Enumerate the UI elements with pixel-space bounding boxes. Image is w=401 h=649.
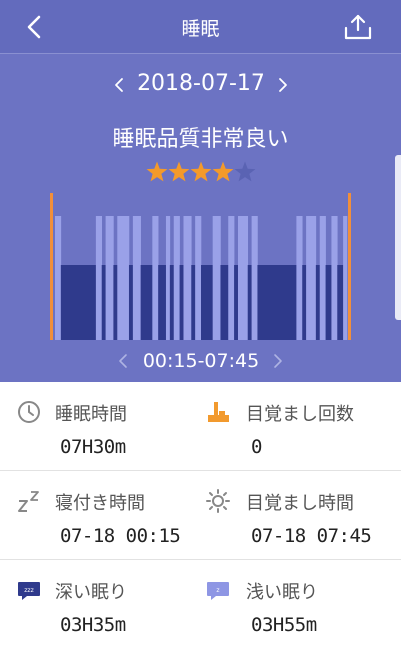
stat-label: 睡眠時間 (55, 404, 127, 425)
stat-wake-count: 目覚まし回数 0 (200, 382, 400, 471)
stat-label: 深い眠り (55, 582, 127, 603)
light-sleep-icon: z (207, 582, 229, 600)
star-filled-icon (146, 161, 168, 182)
deep-sleep-bar (234, 265, 239, 340)
clock-icon (18, 401, 40, 423)
deep-sleep-bar (315, 265, 321, 340)
light-sleep-bar (228, 216, 235, 340)
stat-row: 睡眠時間 07H30m 目覚まし回数 0 (0, 382, 401, 471)
sleep-quality-rating (146, 161, 256, 182)
light-sleep-bar (55, 216, 62, 340)
light-sleep-bar (165, 216, 171, 340)
scroll-indicator[interactable] (395, 155, 401, 320)
stat-row: zzz 深い眠り 03H35m z 浅い眠り 03H55m (0, 560, 401, 649)
stat-row: 寝付き時間 07-18 00:15 目覚まし時間 07-18 07:45 (0, 471, 401, 560)
deep-sleep-bar (201, 265, 213, 340)
stat-sleep-time: 睡眠時間 07H30m (0, 382, 200, 471)
stat-value: 0 (251, 436, 262, 458)
light-sleep-bar (105, 216, 114, 340)
deep-sleep-bar (169, 265, 175, 340)
light-sleep-bar (237, 216, 249, 340)
sun-icon (206, 489, 230, 513)
star-empty-icon (234, 161, 256, 182)
deep-sleep-icon: zzz (18, 582, 40, 600)
light-sleep-bar (319, 216, 326, 340)
zz-icon (18, 491, 39, 512)
deep-sleep-bar (128, 265, 134, 340)
light-sleep-bar (95, 216, 103, 340)
light-sleep-bar (251, 216, 258, 340)
current-date: 2018-07-17 (137, 71, 265, 96)
wake-up-icon (208, 402, 229, 422)
light-sleep-bar (173, 216, 180, 340)
deep-sleep-bar (101, 265, 106, 340)
deep-sleep-bar (60, 265, 97, 340)
stat-value: 03H35m (60, 614, 126, 636)
stat-value: 07-18 07:45 (251, 525, 372, 547)
svg-text:z: z (216, 587, 219, 594)
stat-value: 03H55m (251, 614, 317, 636)
share-upload-icon[interactable] (343, 12, 373, 42)
stat-label: 目覚まし時間 (246, 493, 354, 514)
stat-deep-sleep: zzz 深い眠り 03H35m (0, 560, 200, 649)
deep-sleep-bar (257, 265, 297, 340)
sleep-stats-grid: 睡眠時間 07H30m 目覚まし回数 0 寝付き時間 07-18 00:15 目… (0, 382, 401, 640)
stat-label: 浅い眠り (246, 582, 318, 603)
light-sleep-bar (306, 216, 317, 340)
previous-range-icon[interactable] (115, 351, 131, 371)
stat-label: 目覚まし回数 (246, 404, 354, 425)
next-date-icon[interactable] (274, 74, 292, 96)
nav-bar: 睡眠 (0, 0, 401, 54)
light-sleep-bar (331, 216, 338, 340)
light-sleep-bar (132, 216, 141, 340)
time-range-navigator: 00:15-07:45 (0, 348, 401, 376)
deep-sleep-bar (140, 265, 153, 340)
sleep-summary-panel: 睡眠 2018-07-17 睡眠品質非常良い 00:15-07:45 (0, 0, 401, 382)
next-range-icon[interactable] (270, 351, 286, 371)
deep-sleep-bar (302, 265, 307, 340)
previous-date-icon[interactable] (110, 74, 128, 96)
sleep-end-marker (348, 193, 351, 340)
deep-sleep-bar (158, 265, 167, 340)
deep-sleep-bar (220, 265, 229, 340)
deep-sleep-bar (325, 265, 332, 340)
star-filled-icon (212, 161, 234, 182)
light-sleep-bar (152, 216, 159, 340)
stat-wake-time: 目覚まし時間 07-18 07:45 (200, 471, 400, 560)
date-navigator: 2018-07-17 (0, 70, 401, 100)
svg-text:zzz: zzz (24, 587, 33, 594)
stat-bed-time: 寝付き時間 07-18 00:15 (0, 471, 200, 560)
light-sleep-bar (212, 216, 221, 340)
stat-light-sleep: z 浅い眠り 03H55m (200, 560, 400, 649)
sleep-stage-chart (50, 193, 351, 340)
light-sleep-bar (195, 216, 202, 340)
star-filled-icon (190, 161, 212, 182)
sleep-quality-text: 睡眠品質非常良い (112, 127, 289, 152)
sleep-start-marker (50, 193, 53, 340)
page-title: 睡眠 (181, 18, 220, 40)
sleep-time-range: 00:15-07:45 (142, 350, 260, 372)
stat-value: 07H30m (60, 436, 126, 458)
deep-sleep-bar (247, 265, 252, 340)
deep-sleep-bar (179, 265, 184, 340)
star-filled-icon (168, 161, 190, 182)
deep-sleep-bar (113, 265, 118, 340)
deep-sleep-bar (337, 265, 344, 340)
light-sleep-bar (183, 216, 192, 340)
stat-value: 07-18 00:15 (60, 525, 181, 547)
light-sleep-bar (343, 216, 348, 340)
deep-sleep-bar (191, 265, 196, 340)
stat-label: 寝付き時間 (55, 493, 145, 514)
light-sleep-bar (117, 216, 130, 340)
light-sleep-bar (296, 216, 303, 340)
